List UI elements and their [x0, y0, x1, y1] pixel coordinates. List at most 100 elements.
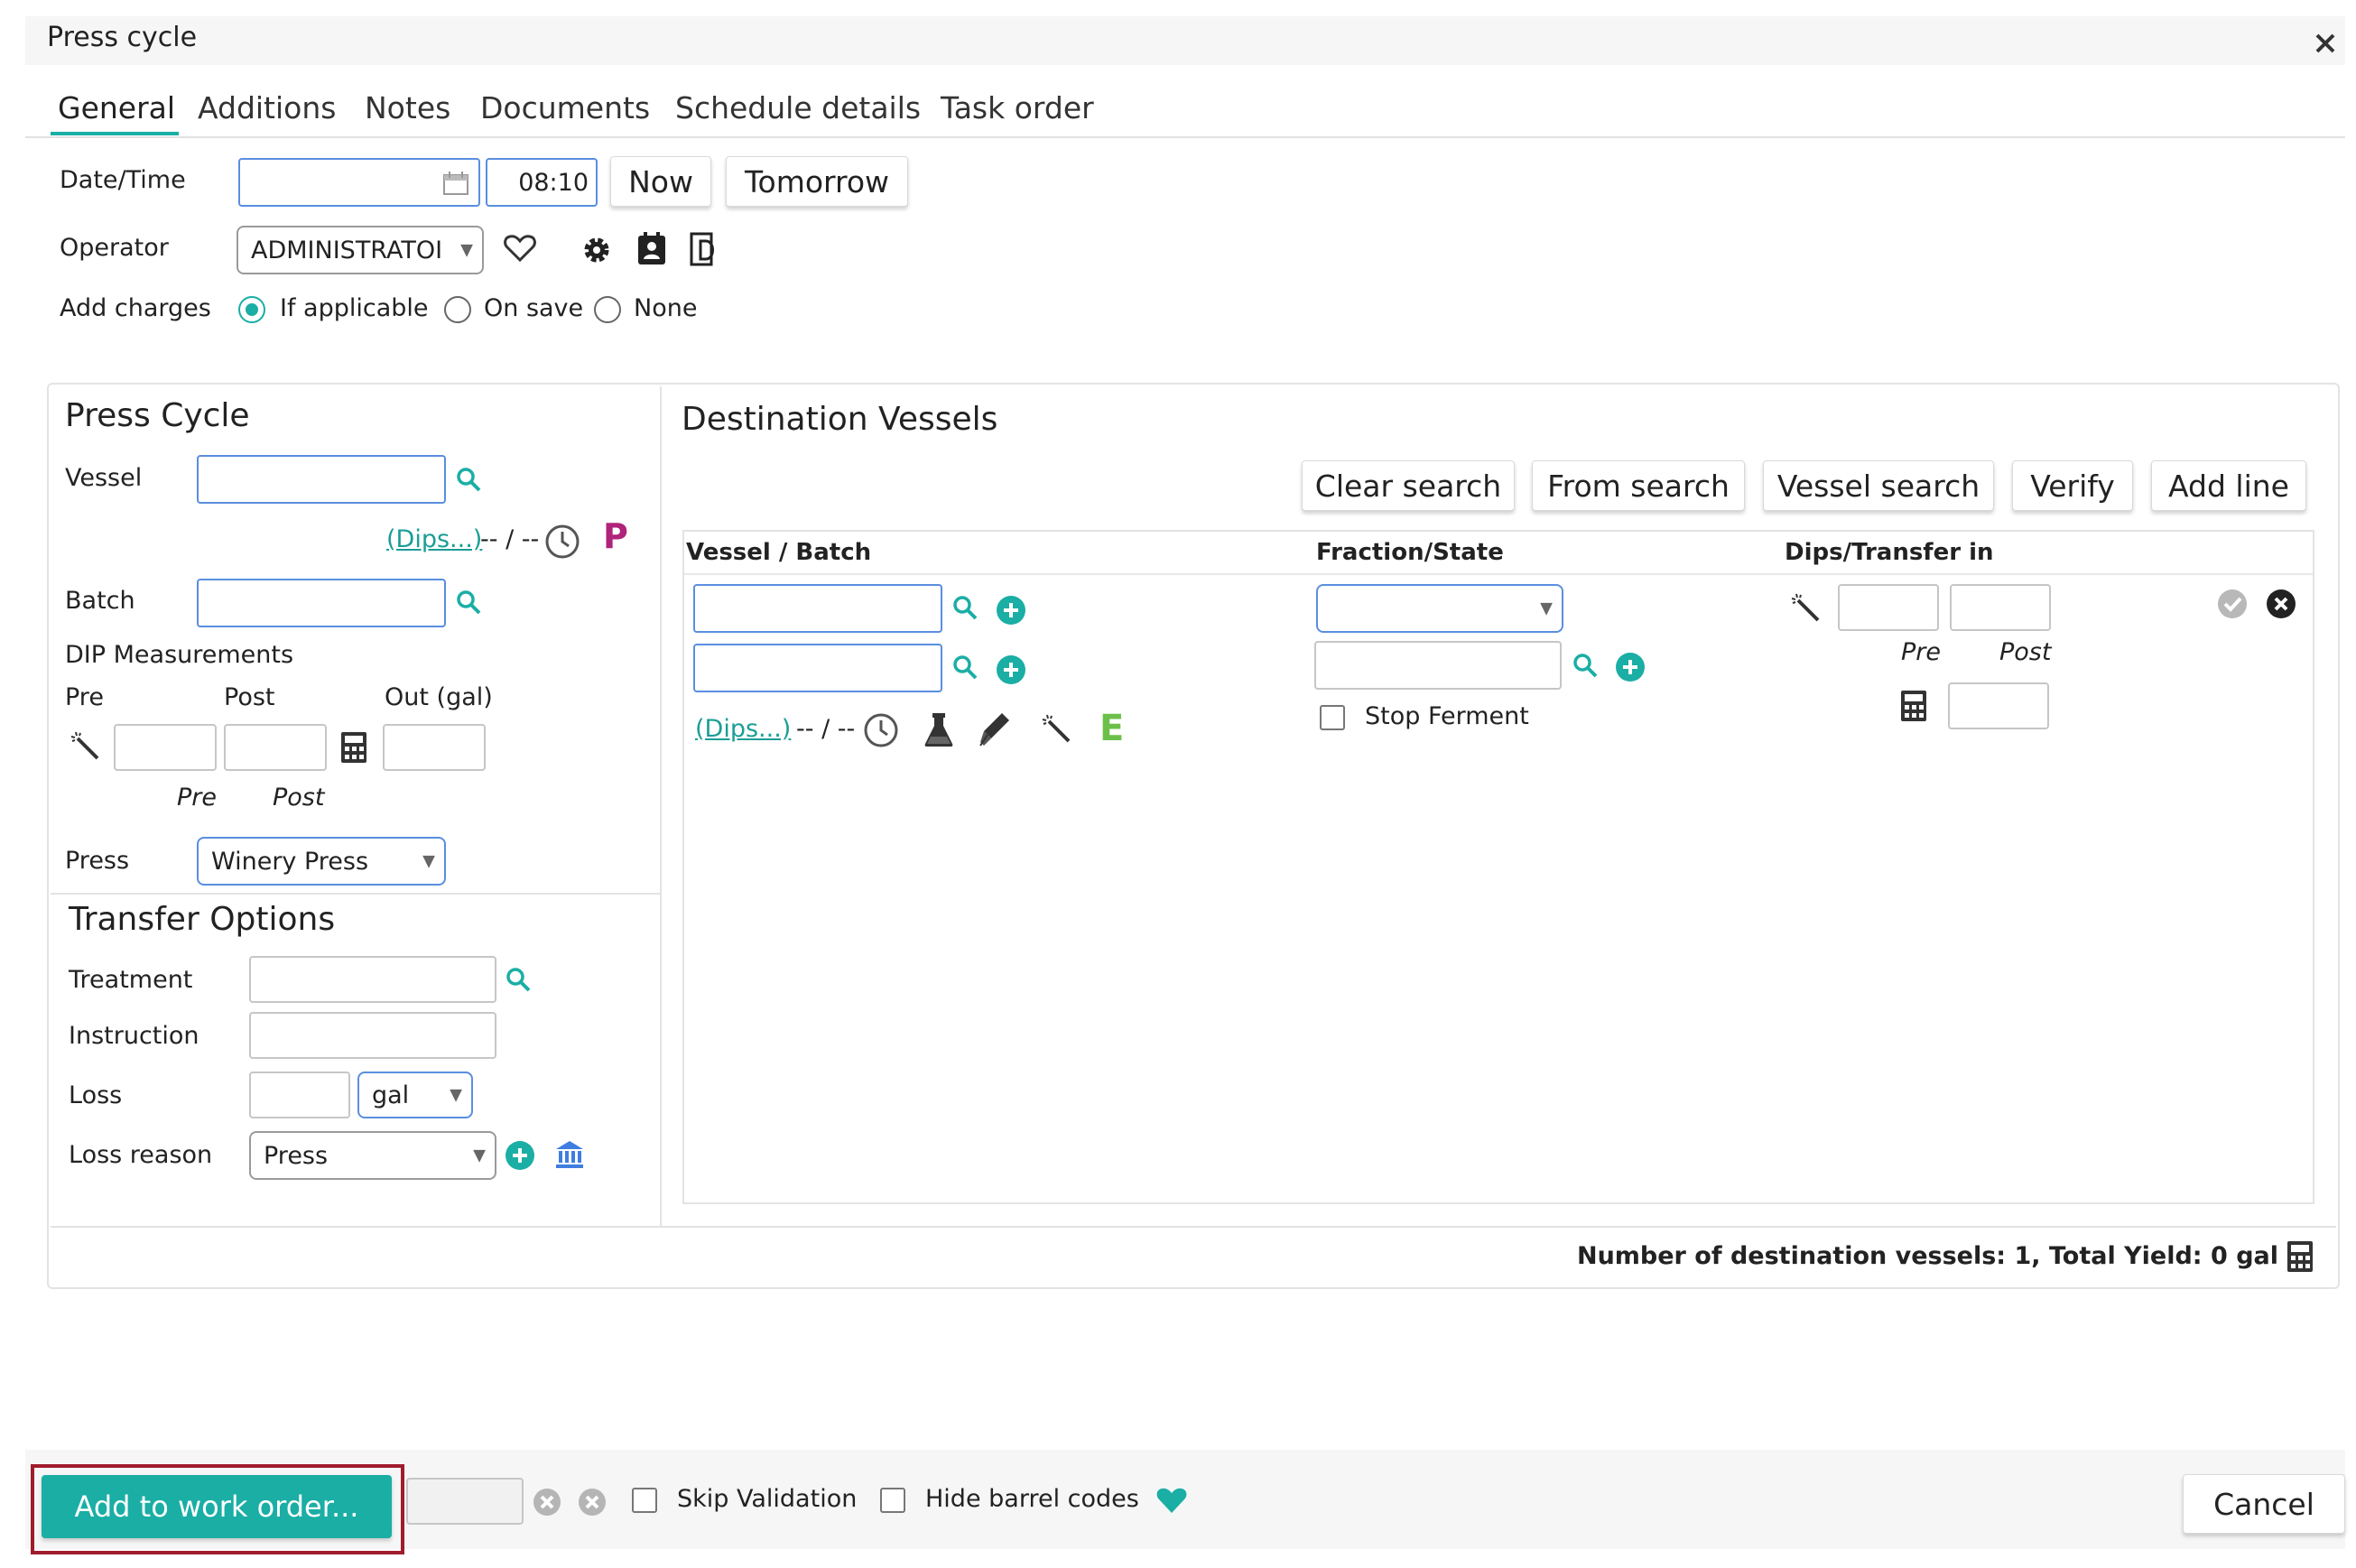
vessel-input[interactable] [197, 455, 446, 504]
clear-search-button[interactable]: Clear search [1302, 460, 1515, 511]
radio-if-applicable-label: If applicable [280, 294, 429, 322]
search-icon[interactable] [950, 652, 980, 682]
press-cycle-title: Press Cycle [65, 397, 250, 434]
from-search-button[interactable]: From search [1532, 460, 1745, 511]
contact-card-icon[interactable] [635, 231, 669, 267]
wand-icon[interactable] [1789, 591, 1823, 626]
chevron-down-icon: ▼ [450, 1085, 462, 1105]
work-order-input[interactable] [406, 1478, 524, 1525]
search-icon[interactable] [453, 464, 484, 495]
add-circle-icon[interactable] [504, 1139, 536, 1172]
clock-icon[interactable] [543, 522, 582, 561]
search-icon[interactable] [453, 587, 484, 617]
tab-additions[interactable]: Additions [198, 90, 336, 125]
add-circle-icon[interactable] [995, 594, 1027, 626]
add-circle-icon[interactable] [995, 654, 1027, 686]
col-dips-transfer-in: Dips/Transfer in [1785, 539, 1994, 566]
close-circle-icon[interactable] [576, 1486, 608, 1518]
dest-vessel-input[interactable] [693, 584, 942, 633]
e-badge[interactable]: E [1099, 708, 1124, 749]
dest-pre-input[interactable] [1838, 584, 1939, 631]
search-icon[interactable] [503, 964, 533, 995]
skip-validation-checkbox[interactable] [632, 1488, 657, 1513]
operator-select[interactable]: ADMINISTRATOI ▼ [237, 226, 484, 274]
dest-dips-link[interactable]: (Dips...) [695, 715, 791, 743]
tab-notes[interactable]: Notes [365, 90, 450, 125]
dip-pre-input[interactable] [114, 724, 217, 771]
hide-barrel-codes-label: Hide barrel codes [925, 1485, 1139, 1513]
date-input[interactable] [238, 158, 480, 207]
treatment-input[interactable] [249, 956, 496, 1003]
calculator-icon[interactable] [1897, 688, 1930, 724]
dest-batch-input[interactable] [693, 644, 942, 692]
col-fraction-state: Fraction/State [1316, 539, 1504, 566]
dip-post-input[interactable] [224, 724, 327, 771]
loss-reason-select[interactable]: Press ▼ [249, 1131, 496, 1180]
cancel-button[interactable]: Cancel [2183, 1474, 2345, 1534]
check-circle-icon[interactable] [2215, 587, 2249, 621]
vessel-search-button[interactable]: Vessel search [1763, 460, 1994, 511]
radio-none-label: None [634, 294, 698, 322]
loss-input[interactable] [249, 1072, 350, 1118]
close-circle-icon[interactable] [2264, 587, 2298, 621]
verify-button[interactable]: Verify [2012, 460, 2133, 511]
p-badge[interactable]: P [603, 516, 628, 556]
instruction-input[interactable] [249, 1012, 496, 1059]
search-icon[interactable] [1570, 650, 1600, 681]
flask-icon[interactable] [921, 710, 957, 748]
dest-post-caption: Post [1999, 638, 2052, 666]
calculator-icon[interactable] [338, 729, 370, 765]
wand-icon[interactable] [69, 729, 103, 764]
now-button[interactable]: Now [610, 156, 711, 207]
clock-icon[interactable] [861, 710, 901, 750]
skip-validation-label: Skip Validation [677, 1485, 858, 1513]
loss-reason-value: Press [264, 1141, 329, 1170]
dest-post-input[interactable] [1950, 584, 2051, 631]
close-icon[interactable] [2309, 27, 2342, 60]
tomorrow-button[interactable]: Tomorrow [726, 156, 908, 207]
batch-input[interactable] [197, 579, 446, 627]
calendar-icon[interactable] [442, 171, 469, 196]
press-label: Press [65, 847, 130, 875]
dest-dips-value: -- / -- [796, 715, 856, 743]
grid-header-divider [684, 573, 2313, 575]
time-input[interactable]: 08:10 [486, 158, 598, 207]
destination-summary: Number of destination vessels: 1, Total … [1576, 1242, 2278, 1270]
pipette-icon[interactable] [977, 710, 1013, 748]
stop-ferment-checkbox[interactable] [1320, 705, 1345, 730]
press-select[interactable]: Winery Press ▼ [197, 837, 446, 886]
window-title: Press cycle [47, 22, 198, 53]
tab-general[interactable]: General [58, 90, 175, 125]
calculator-icon[interactable] [2284, 1239, 2316, 1275]
close-circle-icon[interactable] [531, 1486, 563, 1518]
document-d-icon[interactable] [688, 231, 722, 267]
state-input[interactable] [1314, 641, 1562, 690]
tab-documents[interactable]: Documents [480, 90, 650, 125]
add-to-work-order-button[interactable]: Add to work order... [42, 1475, 392, 1538]
operator-value: ADMINISTRATOI [251, 236, 443, 264]
heart-outline-icon[interactable] [502, 231, 538, 265]
fraction-select[interactable]: ▼ [1316, 584, 1563, 633]
wand-icon[interactable] [1040, 712, 1074, 747]
search-icon[interactable] [950, 592, 980, 623]
dip-measurements-title: DIP Measurements [65, 641, 294, 669]
dest-transfer-input[interactable] [1948, 682, 2049, 729]
gear-icon[interactable] [580, 233, 614, 267]
tab-task-order[interactable]: Task order [941, 90, 1094, 125]
heart-filled-icon[interactable] [1154, 1484, 1190, 1517]
hide-barrel-codes-checkbox[interactable] [880, 1488, 905, 1513]
dip-pre-label: Pre [65, 683, 104, 711]
loss-unit-select[interactable]: gal ▼ [357, 1072, 473, 1118]
datetime-label: Date/Time [60, 166, 186, 194]
add-circle-icon[interactable] [1614, 651, 1646, 683]
bank-icon[interactable] [552, 1137, 587, 1172]
dip-out-input[interactable] [383, 724, 486, 771]
tab-schedule-details[interactable]: Schedule details [675, 90, 921, 125]
add-charges-label: Add charges [60, 294, 211, 322]
radio-if-applicable[interactable] [238, 296, 265, 323]
col-vessel-batch: Vessel / Batch [686, 539, 872, 566]
dips-link[interactable]: (Dips...) [386, 525, 482, 553]
radio-on-save[interactable] [444, 296, 471, 323]
add-line-button[interactable]: Add line [2151, 460, 2306, 511]
radio-none[interactable] [594, 296, 621, 323]
